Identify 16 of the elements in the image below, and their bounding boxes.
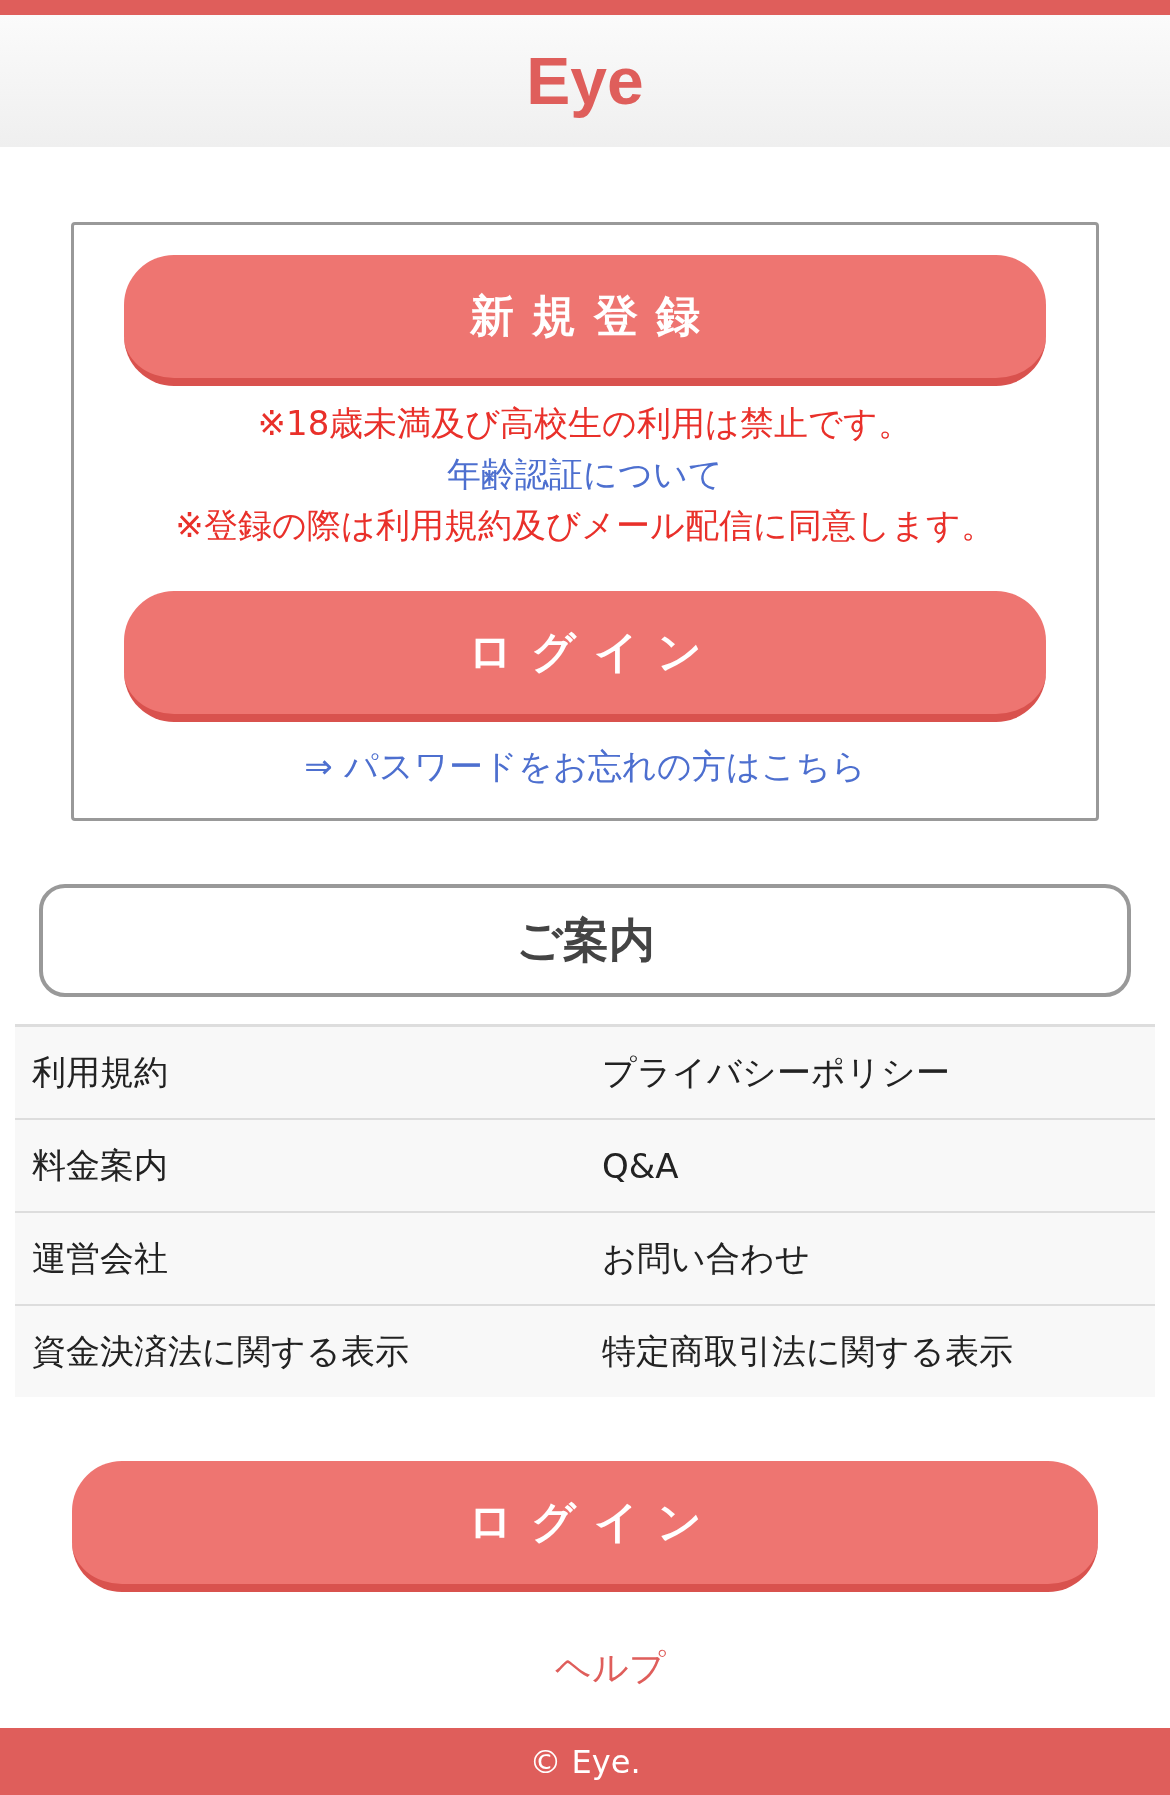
info-link[interactable]: 運営会社 xyxy=(15,1213,585,1304)
age-verification-link[interactable]: 年齢認証について xyxy=(447,449,723,500)
guide-heading: ご案内 xyxy=(39,884,1131,997)
info-link[interactable]: お問い合わせ xyxy=(585,1213,1155,1304)
info-link[interactable]: プライバシーポリシー xyxy=(585,1027,1155,1118)
info-link[interactable]: 料金案内 xyxy=(15,1120,585,1211)
info-link[interactable]: 特定商取引法に関する表示 xyxy=(585,1306,1155,1397)
help-link[interactable]: ヘルプ xyxy=(554,1644,666,1693)
warning-text: ※登録の際は利用規約及びメール配信に同意します。 xyxy=(175,504,995,547)
site-title: Eye xyxy=(526,43,644,119)
info-link[interactable]: Q&A xyxy=(585,1120,1155,1211)
info-link[interactable]: 資金決済法に関する表示 xyxy=(15,1306,585,1397)
warning-text: ※18歳未満及び高校生の利用は禁止です。 xyxy=(257,402,913,445)
info-link[interactable]: 利用規約 xyxy=(15,1027,585,1118)
copyright-text: © Eye. xyxy=(529,1742,641,1781)
forgot-password-link[interactable]: ⇒ パスワードをお忘れの方はこちら xyxy=(304,744,866,790)
